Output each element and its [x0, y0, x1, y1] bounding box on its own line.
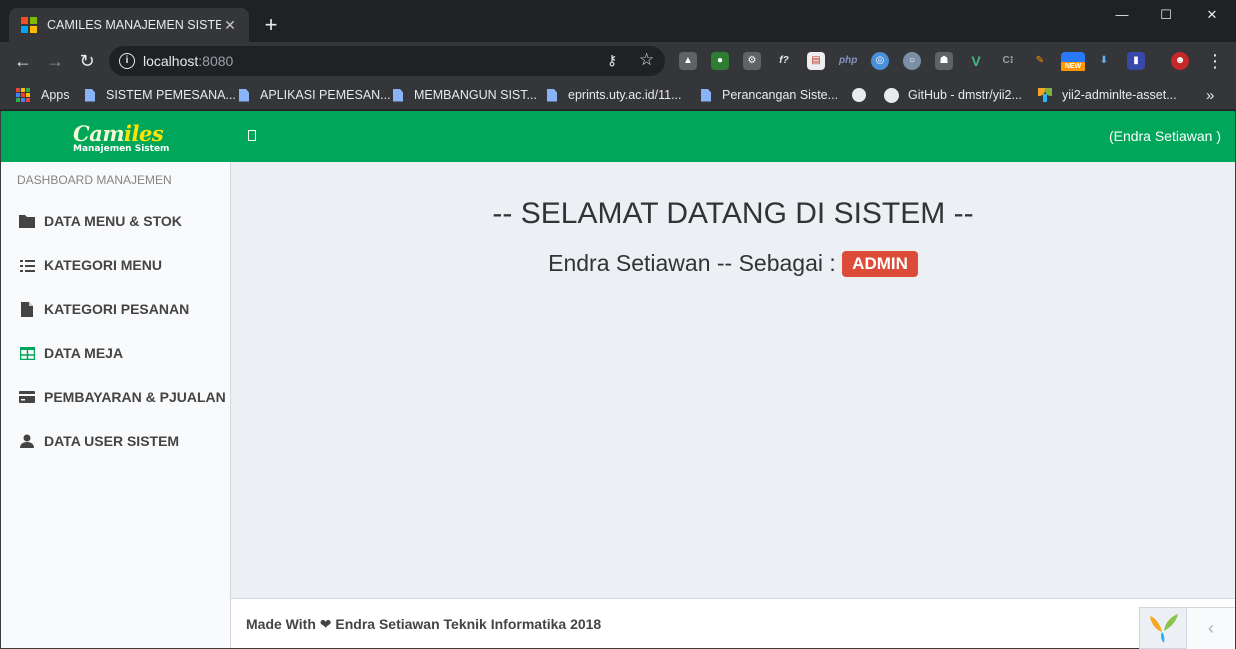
welcome-user-line: Endra Setiawan -- Sebagai : ADMIN [231, 250, 1235, 277]
user-icon [19, 433, 35, 449]
web-page: Camiles Manajemen Sistem (Endra Setiawan… [0, 111, 1236, 649]
close-window-button[interactable]: ✕ [1192, 4, 1232, 26]
bookmark-item[interactable]: SISTEM PEMESANA... [85, 86, 236, 104]
list-icon [19, 257, 35, 273]
credit-card-icon [19, 389, 35, 405]
sidebar-toggle-button[interactable] [248, 130, 256, 141]
role-badge: ADMIN [842, 251, 918, 277]
bookmark-manager-extension-icon[interactable]: ▮ [1127, 52, 1145, 70]
sidebar-header: DASHBOARD MANAJEMEN [17, 173, 172, 187]
yii-logo-icon [1150, 614, 1178, 643]
document-icon [393, 88, 403, 102]
sidebar-item-kategori-menu[interactable]: KATEGORI MENU [1, 243, 230, 287]
bookmark-globe[interactable] [852, 86, 876, 104]
bookmark-item[interactable]: yii2-adminlte-asset... [1038, 86, 1177, 104]
tab-close-icon[interactable]: ✕ [221, 17, 239, 34]
bookmark-item[interactable]: MEMBANGUN SIST... [393, 86, 537, 104]
sidebar-item-kategori-pesanan[interactable]: KATEGORI PESANAN [1, 287, 230, 331]
footer-credit: Made With ❤ Endra Setiawan Teknik Inform… [246, 616, 602, 632]
welcome-user-text: Endra Setiawan -- Sebagai : [548, 250, 843, 276]
pen-extension-icon[interactable]: ✎ [1031, 52, 1049, 70]
globe-icon [852, 88, 866, 102]
circle-extension-icon[interactable]: ○ [903, 52, 921, 70]
page-footer: Made With ❤ Endra Setiawan Teknik Inform… [231, 598, 1235, 649]
bookmark-item[interactable]: GitHub - dmstr/yii2... [884, 86, 1022, 104]
bookmarks-bar: Apps SISTEM PEMESANA... APLIKASI PEMESAN… [0, 80, 1236, 110]
tab-title: CAMILES MANAJEMEN SISTEM [47, 18, 221, 32]
folder-icon [19, 213, 35, 229]
yii-debug-toolbar-logo[interactable] [1139, 607, 1187, 649]
profile-avatar-icon[interactable]: ☻ [1171, 52, 1189, 70]
github-icon [884, 87, 899, 103]
user-menu[interactable]: (Endra Setiawan ) [1109, 128, 1221, 144]
new-extension-icon[interactable]: NEW [1061, 52, 1085, 71]
document-icon [85, 88, 95, 102]
tab-favicon-icon [21, 17, 37, 33]
main-content: -- SELAMAT DATANG DI SISTEM -- Endra Set… [231, 162, 1235, 598]
bookmarks-overflow-button[interactable]: » [1206, 86, 1214, 104]
file-icon [19, 301, 35, 317]
app-header: Camiles Manajemen Sistem (Endra Setiawan… [1, 111, 1235, 162]
calendar-extension-icon[interactable]: ▤ [807, 52, 825, 70]
download-extension-icon[interactable]: ⬇ [1095, 52, 1113, 70]
sidebar-item-pembayaran-pjualan[interactable]: PEMBAYARAN & PJUALAN [1, 375, 230, 419]
site-info-icon[interactable]: i [119, 53, 135, 69]
minimize-button[interactable]: — [1102, 4, 1142, 26]
globe-extension-icon[interactable]: ◎ [871, 52, 889, 70]
vue-devtools-extension-icon[interactable]: V [967, 52, 985, 70]
browser-tabstrip: CAMILES MANAJEMEN SISTEM ✕ + — ☐ ✕ [0, 0, 1236, 42]
document-icon [547, 88, 557, 102]
reload-icon[interactable]: ↻ [75, 50, 99, 72]
bookmark-apps[interactable]: Apps [16, 86, 70, 104]
new-badge: NEW [1061, 62, 1085, 71]
bookmark-item[interactable]: eprints.uty.ac.id/11... [547, 86, 681, 104]
yii-toolbar-collapse-button[interactable]: ‹ [1187, 607, 1235, 649]
bookmark-item[interactable]: Perancangan Siste... [701, 86, 838, 104]
document-icon [239, 88, 249, 102]
bookmark-star-icon[interactable]: ☆ [639, 50, 654, 70]
maximize-button[interactable]: ☐ [1146, 4, 1186, 26]
function-extension-icon[interactable]: f? [775, 52, 793, 70]
google-drive-extension-icon[interactable]: ▲ [679, 52, 697, 70]
apps-grid-icon [16, 88, 30, 102]
address-bar[interactable]: i localhost:8080 ⚷ ☆ [109, 46, 665, 76]
code-extension-icon[interactable]: C⁝ [999, 52, 1017, 70]
sidebar-item-data-menu-stok[interactable]: DATA MENU & STOK [1, 199, 230, 243]
address-url: localhost:8080 [143, 53, 234, 69]
php-extension-icon[interactable]: php [839, 52, 857, 70]
bookmark-item[interactable]: APLIKASI PEMESAN... [239, 86, 391, 104]
browser-toolbar: ← → ↻ i localhost:8080 ⚷ ☆ ▲ ● ⚙ f? ▤ ph… [0, 42, 1236, 80]
welcome-title: -- SELAMAT DATANG DI SISTEM -- [492, 197, 974, 230]
yii-icon [1038, 88, 1052, 102]
sidebar: DASHBOARD MANAJEMEN DATA MENU & STOK KAT… [1, 162, 231, 648]
robot-extension-icon[interactable]: ☗ [935, 52, 953, 70]
new-tab-button[interactable]: + [258, 12, 284, 38]
password-key-icon[interactable]: ⚷ [607, 52, 617, 69]
sidebar-item-data-meja[interactable]: DATA MEJA [1, 331, 230, 375]
browser-tab[interactable]: CAMILES MANAJEMEN SISTEM ✕ [9, 8, 249, 42]
color-picker-extension-icon[interactable]: ● [711, 52, 729, 70]
browser-menu-icon[interactable]: ⋮ [1206, 50, 1224, 72]
document-icon [701, 88, 711, 102]
app-logo[interactable]: Camiles Manajemen Sistem [73, 123, 173, 155]
back-arrow-icon[interactable]: ← [11, 50, 35, 72]
gear-extension-icon[interactable]: ⚙ [743, 52, 761, 70]
forward-arrow-icon[interactable]: → [43, 50, 67, 72]
table-icon [19, 345, 35, 361]
sidebar-item-data-user-sistem[interactable]: DATA USER SISTEM [1, 419, 230, 463]
